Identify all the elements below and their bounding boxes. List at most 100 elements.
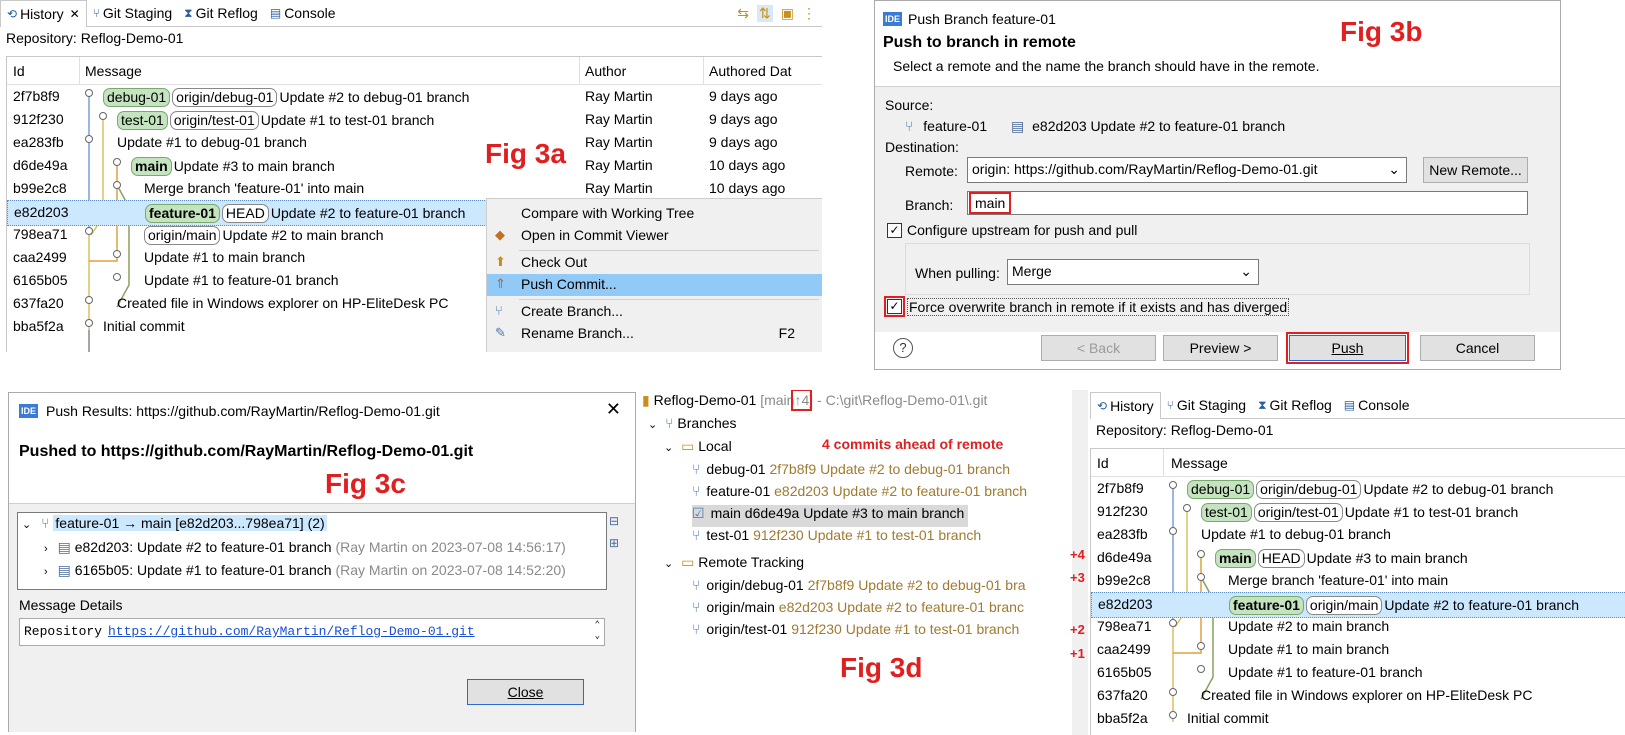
column-header-date[interactable]: Authored Dat bbox=[709, 63, 792, 79]
filter-icon[interactable]: ⇅ bbox=[757, 4, 773, 22]
tree-root-row[interactable]: ⌄ ⑂ feature-01 → main [e82d203...798ea71… bbox=[22, 515, 327, 531]
tab-history[interactable]: ⟲ History bbox=[1090, 392, 1161, 419]
table-row[interactable]: 912f230 test-01 origin/test-01 Update #1 to… bbox=[1091, 500, 1625, 524]
branch-icon: ⑂ bbox=[495, 303, 503, 318]
tab-git-reflog[interactable]: ⧗ Git Reflog bbox=[1252, 392, 1338, 418]
commit-id: 6165b05 bbox=[1097, 664, 1152, 680]
ahead-marker: +3 bbox=[1070, 570, 1085, 585]
branch-detail: 912f230 Update #1 to test-01 branch bbox=[753, 527, 982, 543]
view-menu-icon[interactable]: ⋮ bbox=[802, 5, 816, 22]
ref-badge: origin/test-01 bbox=[169, 111, 259, 130]
preview-button[interactable]: Preview > bbox=[1163, 335, 1278, 361]
when-pulling-select[interactable]: Merge ⌄ bbox=[1007, 259, 1259, 285]
collapse-all-icon[interactable]: ⊟ bbox=[609, 514, 619, 528]
close-button[interactable]: Close bbox=[467, 679, 584, 705]
source-label: Source: bbox=[885, 97, 934, 113]
branch-node[interactable]: ⑂ origin/main e82d203 Update #2 to featur… bbox=[692, 599, 1024, 621]
tab-git-staging[interactable]: ⑂ Git Staging bbox=[87, 0, 178, 26]
tab-git-staging[interactable]: ⑂ Git Staging bbox=[1161, 392, 1252, 418]
push-button[interactable]: Push bbox=[1286, 332, 1409, 364]
column-header-id[interactable]: Id bbox=[13, 63, 25, 79]
ref-badge: main bbox=[131, 157, 172, 176]
local-node[interactable]: ⌄ ▭ Local bbox=[664, 438, 732, 460]
menu-item-compare-working-tree[interactable]: Compare with Working Tree bbox=[487, 203, 822, 225]
compare-mode-icon[interactable]: ▣ bbox=[781, 5, 794, 22]
branch-node[interactable]: ⑂ origin/test-01 912f230 Update #1 to tes… bbox=[692, 621, 1019, 643]
branches-node[interactable]: ⌄ ⑂ Branches bbox=[648, 415, 737, 437]
chevron-down-icon[interactable]: ⌄ bbox=[648, 419, 657, 431]
commit-message-text: Update #2 to debug-01 branch bbox=[279, 89, 470, 105]
commit-message: Initial commit bbox=[103, 318, 185, 334]
column-header-id[interactable]: Id bbox=[1097, 455, 1109, 471]
table-row[interactable]: 798ea71 Update #2 to main branch bbox=[1091, 615, 1625, 639]
branch-icon: ⑂ bbox=[692, 621, 701, 637]
remote-tracking-node[interactable]: ⌄ ▭ Remote Tracking bbox=[664, 554, 804, 576]
chevron-down-icon[interactable]: ⌄ bbox=[664, 442, 673, 454]
branch-field[interactable]: main bbox=[967, 191, 1528, 215]
link-with-selection-icon[interactable]: ⇆ bbox=[737, 5, 749, 22]
ref-badge: test-01 bbox=[1201, 503, 1252, 522]
tree-commit-row[interactable]: › ▤ 6165b05: Update #1 to feature-01 bra… bbox=[44, 562, 566, 579]
expand-all-icon[interactable]: ⊞ bbox=[609, 536, 619, 550]
tab-git-reflog[interactable]: ⧗ Git Reflog bbox=[178, 0, 264, 26]
table-row[interactable]: ea283fb Update #1 to debug-01 branch Ray M… bbox=[7, 131, 822, 155]
spinner-icon[interactable]: ⌃ ⌄ bbox=[595, 620, 600, 642]
table-row[interactable]: ea283fb Update #1 to debug-01 branch bbox=[1091, 523, 1625, 547]
table-row[interactable]: bba5f2a Initial commit bbox=[1091, 707, 1625, 731]
table-row[interactable]: 2f7b8f9 debug-01 origin/debug-01 Update #2 … bbox=[1091, 477, 1625, 501]
commit-id: 912f230 bbox=[1097, 503, 1148, 519]
table-row[interactable]: 637fa20 Created file in Windows explorer … bbox=[1091, 684, 1625, 708]
ref-badge: origin/main bbox=[144, 226, 221, 245]
branch-node[interactable]: ⑂ feature-01 e82d203 Update #2 to feature… bbox=[692, 483, 1027, 505]
chevron-down-icon[interactable]: ⌄ bbox=[22, 519, 31, 531]
ref-badge: HEAD bbox=[1257, 549, 1305, 568]
chevron-down-icon[interactable]: ⌄ bbox=[664, 558, 673, 570]
force-overwrite-checkbox[interactable]: ✓ bbox=[884, 296, 905, 317]
back-button[interactable]: < Back bbox=[1041, 335, 1156, 361]
table-row[interactable]: b99e2c8 Merge branch 'feature-01' into ma… bbox=[1091, 569, 1625, 593]
ref-badge: origin/debug-01 bbox=[1256, 480, 1362, 499]
branch-detail: 912f230 Update #1 to test-01 branch bbox=[791, 621, 1020, 637]
menu-item-create-branch[interactable]: ⑂ Create Branch... bbox=[487, 301, 822, 323]
chevron-right-icon[interactable]: › bbox=[44, 566, 48, 578]
tab-console[interactable]: ▤ Console bbox=[1338, 392, 1416, 418]
help-icon[interactable]: ? bbox=[893, 338, 913, 358]
menu-item-open-commit-viewer[interactable]: ◆ Open in Commit Viewer bbox=[487, 225, 822, 247]
column-header-author[interactable]: Author bbox=[585, 63, 626, 79]
table-row[interactable]: 2f7b8f9 debug-01 origin/debug-01 Update #2 … bbox=[7, 85, 822, 109]
new-remote-button[interactable]: New Remote... bbox=[1423, 157, 1528, 183]
table-row[interactable]: 6165b05 Update #1 to feature-01 branch bbox=[1091, 661, 1625, 685]
branch-node[interactable]: ⑂ test-01 912f230 Update #1 to test-01 br… bbox=[692, 527, 981, 549]
branch-name: origin/main bbox=[706, 599, 779, 615]
branch-node[interactable]: ☑ main d6de49a Update #3 to main branch bbox=[692, 505, 969, 527]
menu-item-push-commit[interactable]: ⇑ Push Commit... bbox=[487, 274, 822, 296]
menu-item-check-out[interactable]: ⬆ Check Out bbox=[487, 252, 822, 274]
cancel-button[interactable]: Cancel bbox=[1420, 335, 1535, 361]
table-row[interactable]: d6de49a main Update #3 to main branch Ray M… bbox=[7, 154, 822, 178]
branch-node[interactable]: ⑂ origin/debug-01 2f7b8f9 Update #2 to de… bbox=[692, 577, 1026, 599]
tab-console[interactable]: ▤ Console bbox=[264, 0, 342, 26]
repository-node[interactable]: ▮ Reflog-Demo-01 [main↑4] - C:\git\Reflo… bbox=[642, 390, 987, 414]
close-icon[interactable]: ✕ bbox=[606, 399, 621, 420]
table-row[interactable]: 912f230 test-01 origin/test-01 Update #1 to… bbox=[7, 108, 822, 132]
column-header-message[interactable]: Message bbox=[85, 63, 142, 79]
commit-message: test-01 origin/test-01 Update #1 to test-0… bbox=[117, 111, 434, 130]
branch-name: main bbox=[710, 505, 745, 521]
menu-item-rename-branch[interactable]: ✎ Rename Branch... F2 bbox=[487, 323, 822, 345]
ref-badge: feature-01 bbox=[145, 204, 220, 223]
tree-commit-row[interactable]: › ▤ e82d203: Update #2 to feature-01 bra… bbox=[44, 539, 566, 556]
column-header-message[interactable]: Message bbox=[1171, 455, 1228, 471]
chevron-right-icon[interactable]: › bbox=[44, 543, 48, 555]
table-row[interactable]: d6de49a main HEAD Update #3 to main branch bbox=[1091, 546, 1625, 570]
configure-upstream-checkbox[interactable]: ✓ bbox=[887, 223, 902, 238]
close-icon[interactable]: ✕ bbox=[70, 7, 80, 21]
branch-node[interactable]: ⑂ debug-01 2f7b8f9 Update #2 to debug-01 … bbox=[692, 461, 1010, 483]
repository-link[interactable]: https://github.com/RayMartin/Reflog-Demo… bbox=[108, 624, 475, 639]
commit-message-text: Update #1 to debug-01 branch bbox=[117, 134, 307, 150]
remote-select[interactable]: origin: https://github.com/RayMartin/Ref… bbox=[967, 157, 1407, 183]
commit-message-text: Merge branch 'feature-01' into main bbox=[1228, 572, 1449, 588]
commit-id: 637fa20 bbox=[13, 295, 64, 311]
tab-history[interactable]: ⟲ History ✕ bbox=[0, 0, 87, 27]
commit-message: Created file in Windows explorer on HP-E… bbox=[1201, 687, 1532, 703]
table-row[interactable]: caa2499 Update #1 to main branch bbox=[1091, 638, 1625, 662]
